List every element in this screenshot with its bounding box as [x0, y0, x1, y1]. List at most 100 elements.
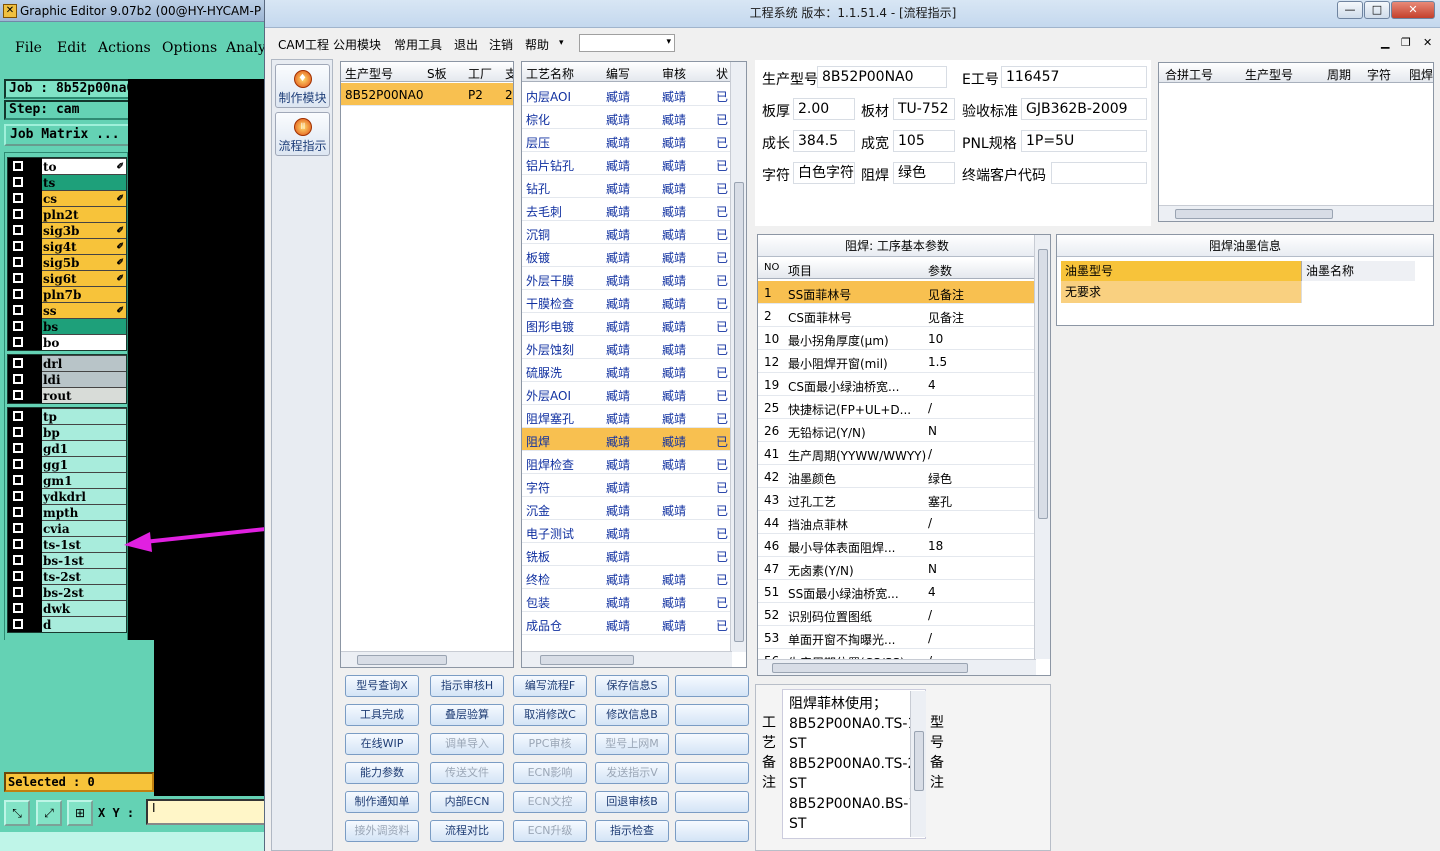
menu-overflow-icon[interactable]: ▾	[559, 38, 564, 48]
params-grid-header-cell[interactable]: NO	[764, 262, 779, 273]
layer-checkbox[interactable]	[8, 456, 28, 472]
process-grid-row[interactable]: 阻焊检查 臧靖 臧靖 已	[522, 451, 732, 474]
action-button[interactable]: 编写流程F	[513, 675, 587, 697]
action-button[interactable]: 保存信息S	[595, 675, 669, 697]
layer-row[interactable]: cs ✐	[8, 190, 126, 206]
layer-checkbox[interactable]	[8, 158, 28, 174]
layer-checkbox[interactable]	[8, 190, 28, 206]
process-grid-row[interactable]: 成品仓 臧靖 臧靖 已	[522, 612, 732, 635]
layer-name[interactable]: bo	[42, 334, 126, 350]
layer-checkbox[interactable]	[8, 616, 28, 632]
process-grid-hscrollbar[interactable]	[522, 651, 732, 667]
layer-name[interactable]: tp	[42, 408, 126, 424]
process-grid-row[interactable]: 阻焊塞孔 臧靖 臧靖 已	[522, 405, 732, 428]
layer-checkbox[interactable]	[8, 334, 28, 350]
layer-row[interactable]: sig4t ✐	[8, 238, 126, 254]
params-grid-row[interactable]: 51 SS面最小绿油桥宽... 4	[758, 580, 1036, 603]
layer-name[interactable]: sig3b ✐	[42, 222, 126, 238]
job-grid-row[interactable]: 8B52P00NA0 P2 2	[341, 83, 513, 106]
action-button[interactable]: 取消修改C	[513, 704, 587, 726]
merge-grid-header-cell[interactable]: 周期	[1327, 66, 1351, 83]
process-grid-row[interactable]: 板镀 臧靖 臧靖 已	[522, 244, 732, 267]
layer-row[interactable]: gg1	[8, 456, 126, 472]
action-button[interactable]	[675, 820, 749, 842]
minimize-button[interactable]: —	[1337, 1, 1363, 19]
menu-file[interactable]: File	[15, 40, 42, 56]
layer-checkbox[interactable]	[8, 504, 28, 520]
layer-row[interactable]: tp	[8, 408, 126, 424]
job-grid-header-cell[interactable]: 生产型号	[345, 65, 393, 82]
mdi-close-icon[interactable]: ✕	[1423, 36, 1432, 49]
layer-row[interactable]: bs	[8, 318, 126, 334]
layer-name[interactable]: cvia	[42, 520, 126, 536]
customer-field[interactable]	[1051, 162, 1147, 184]
merge-grid-header-cell[interactable]: 字符	[1367, 66, 1391, 83]
params-grid-row[interactable]: 53 单面开窗不掏曝光... /	[758, 626, 1036, 649]
layer-name[interactable]: bs-1st	[42, 552, 126, 568]
layer-checkbox[interactable]	[8, 520, 28, 536]
action-button[interactable]: 在线WIP	[345, 733, 419, 755]
prod-model-field[interactable]: 8B52P00NA0	[817, 66, 947, 88]
action-button[interactable]: 工具完成	[345, 704, 419, 726]
layer-checkbox[interactable]	[8, 584, 28, 600]
params-grid-row[interactable]: 44 挡油点菲林 /	[758, 511, 1036, 534]
params-grid-row[interactable]: 42 油墨颜色 绿色	[758, 465, 1036, 488]
layer-row[interactable]: ts-2st	[8, 568, 126, 584]
menu-common-modules[interactable]: 公用模块	[333, 36, 381, 53]
process-grid-row[interactable]: 层压 臧靖 臧靖 已	[522, 129, 732, 152]
layer-row[interactable]: bs-1st	[8, 552, 126, 568]
action-button[interactable]: 制作通知单	[345, 791, 419, 813]
layer-checkbox[interactable]	[8, 174, 28, 190]
layer-name[interactable]: dwk	[42, 600, 126, 616]
layer-checkbox[interactable]	[8, 254, 28, 270]
action-button[interactable]: 指示检查	[595, 820, 669, 842]
process-grid-row[interactable]: 阻焊 臧靖 臧靖 已	[522, 428, 732, 451]
job-grid-hscrollbar[interactable]	[341, 651, 513, 667]
params-grid-row[interactable]: 43 过孔工艺 塞孔	[758, 488, 1036, 511]
model-note-text[interactable]	[950, 689, 1046, 839]
process-grid-row[interactable]: 包装 臧靖 臧靖 已	[522, 589, 732, 612]
layer-name[interactable]: drl	[42, 355, 126, 371]
layer-row[interactable]: ydkdrl	[8, 488, 126, 504]
menu-help[interactable]: 帮助	[525, 36, 549, 53]
layer-name[interactable]: d	[42, 616, 126, 632]
action-button[interactable]	[675, 762, 749, 784]
layer-row[interactable]: bp	[8, 424, 126, 440]
layer-name[interactable]: cs ✐	[42, 190, 126, 206]
layer-row[interactable]: gm1	[8, 472, 126, 488]
process-grid-row[interactable]: 外层干膜 臧靖 臧靖 已	[522, 267, 732, 290]
zoom-fit-icon[interactable]: ⤡	[4, 800, 30, 826]
accept-field[interactable]: GJB362B-2009	[1021, 98, 1147, 120]
layer-name[interactable]: ss ✐	[42, 302, 126, 318]
params-grid-row[interactable]: 46 最小导体表面阻焊... 18	[758, 534, 1036, 557]
params-grid-hscrollbar[interactable]	[758, 659, 1036, 675]
char-field[interactable]: 白色字符	[793, 162, 855, 184]
action-button[interactable]: 能力参数	[345, 762, 419, 784]
layer-row[interactable]: d	[8, 616, 126, 632]
layer-row[interactable]: pln2t	[8, 206, 126, 222]
menu-common-tools[interactable]: 常用工具	[394, 36, 442, 53]
process-note-scrollbar[interactable]	[910, 691, 926, 837]
menu-edit[interactable]: Edit	[57, 40, 86, 56]
layer-row[interactable]: ts	[8, 174, 126, 190]
layer-name[interactable]: ldi	[42, 371, 126, 387]
layer-row[interactable]: ldi	[8, 371, 126, 387]
menu-actions[interactable]: Actions	[98, 40, 151, 56]
action-button[interactable]: 流程对比	[430, 820, 504, 842]
params-grid-row[interactable]: 2 CS面菲林号 见备注	[758, 304, 1036, 327]
layer-checkbox[interactable]	[8, 424, 28, 440]
merge-grid-header-cell[interactable]: 合拼工号	[1165, 66, 1213, 83]
layer-row[interactable]: gd1	[8, 440, 126, 456]
job-grid-header-cell[interactable]: 工厂	[468, 65, 492, 82]
menu-combo-box[interactable]: ▾	[579, 34, 675, 52]
layer-checkbox[interactable]	[8, 286, 28, 302]
process-grid-row[interactable]: 硫脲洗 臧靖 臧靖 已	[522, 359, 732, 382]
action-button[interactable]: 叠层验算	[430, 704, 504, 726]
layer-checkbox[interactable]	[8, 270, 28, 286]
merge-grid-header-cell[interactable]: 生产型号	[1245, 66, 1293, 83]
action-button[interactable]	[675, 704, 749, 726]
maximize-button[interactable]: □	[1364, 1, 1390, 19]
main-titlebar[interactable]: 工程系统 版本：1.1.51.4 - [流程指示]	[265, 0, 1440, 28]
merge-grid-hscrollbar[interactable]	[1159, 205, 1433, 221]
action-button[interactable]: 传送文件	[430, 762, 504, 784]
